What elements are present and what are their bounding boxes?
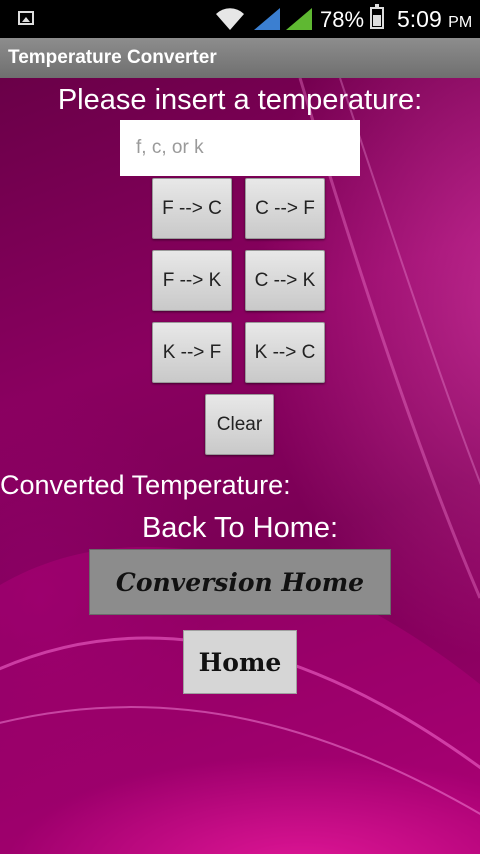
- c-to-k-button[interactable]: C --> K: [245, 250, 325, 311]
- converted-temperature-label: Converted Temperature:: [0, 470, 291, 500]
- main-content: Please insert a temperature: F --> C C -…: [0, 78, 480, 854]
- clear-button[interactable]: Clear: [205, 394, 274, 455]
- image-notification-icon: [18, 11, 34, 25]
- back-to-home-label: Back To Home:: [141, 512, 339, 544]
- signal-strength-icon: [254, 8, 280, 30]
- battery-icon: [370, 4, 384, 29]
- conversion-home-button[interactable]: Conversion Home: [89, 549, 391, 615]
- background-swoosh: [0, 78, 480, 854]
- k-to-f-button[interactable]: K --> F: [152, 322, 232, 383]
- c-to-f-button[interactable]: C --> F: [245, 178, 325, 239]
- battery-percent: 78%: [320, 7, 365, 32]
- clock-time: 5:09: [397, 6, 442, 32]
- temperature-input[interactable]: [120, 120, 360, 176]
- clock: 5:09 PM: [397, 6, 472, 33]
- k-to-c-button[interactable]: K --> C: [245, 322, 325, 383]
- app-title-bar: Temperature Converter: [0, 38, 480, 78]
- home-button[interactable]: Home: [183, 630, 297, 694]
- signal-strength-icon: [286, 8, 312, 30]
- temperature-prompt: Please insert a temperature:: [57, 84, 423, 116]
- app-title: Temperature Converter: [8, 47, 217, 68]
- f-to-k-button[interactable]: F --> K: [152, 250, 232, 311]
- f-to-c-button[interactable]: F --> C: [152, 178, 232, 239]
- wifi-icon: [216, 8, 244, 30]
- clock-ampm: PM: [448, 14, 473, 31]
- status-bar: 78% 5:09 PM: [0, 0, 480, 38]
